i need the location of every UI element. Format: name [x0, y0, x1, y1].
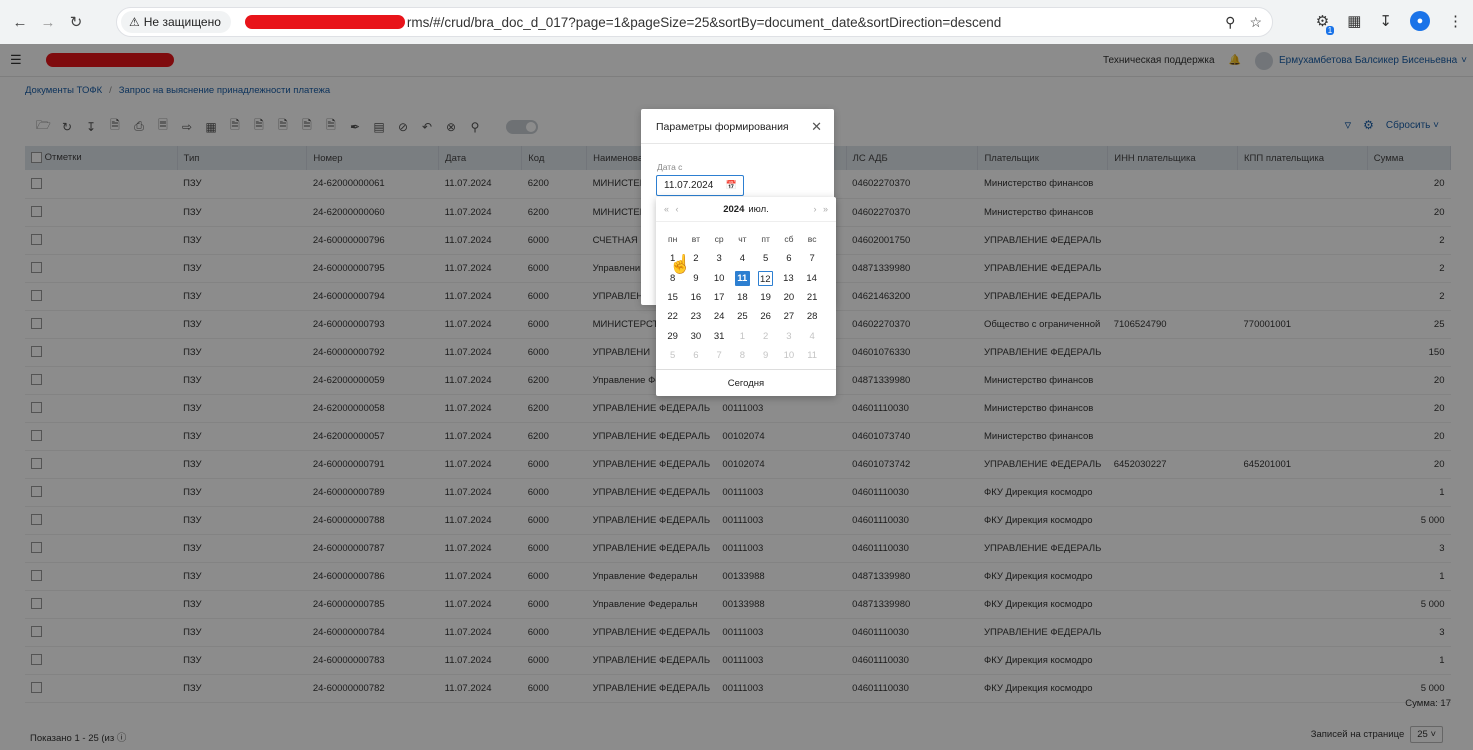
- calendar-day[interactable]: 28: [801, 309, 824, 324]
- calendar-day[interactable]: 11: [734, 270, 750, 286]
- calendar-day[interactable]: 10: [777, 348, 800, 363]
- calendar-day[interactable]: 8: [731, 348, 754, 363]
- date-from-input[interactable]: 11.07.2024 📅: [656, 175, 744, 196]
- reload-icon[interactable]: ↻: [65, 11, 87, 33]
- url-redaction: [244, 15, 405, 29]
- calendar-day[interactable]: 2: [754, 329, 777, 344]
- extension-badge: 1: [1325, 26, 1335, 35]
- date-picker: « ‹ 2024 июл. › » пн вт ср чт пт сб вс 1 2 3 4 5 6 7 8 9…: [656, 197, 836, 396]
- calendar-day[interactable]: 4: [731, 251, 754, 266]
- calendar-day[interactable]: 24: [708, 309, 731, 324]
- calendar-day[interactable]: 4: [801, 329, 824, 344]
- weekday-label: сб: [784, 234, 794, 245]
- close-icon[interactable]: ✕: [811, 119, 822, 135]
- profile-icon[interactable]: ●: [1410, 11, 1430, 31]
- calendar-day[interactable]: 22: [661, 309, 684, 324]
- address-bar[interactable]: ⚠ Не защищено rms/#/crud/bra_doc_d_017?p…: [116, 7, 1273, 37]
- download-icon[interactable]: ↧: [1379, 12, 1392, 30]
- prev-year-icon[interactable]: «: [664, 204, 669, 214]
- calendar-day[interactable]: 31: [708, 329, 731, 344]
- calendar-day[interactable]: 13: [777, 271, 800, 286]
- calendar-day[interactable]: 9: [754, 348, 777, 363]
- date-from-value: 11.07.2024: [664, 180, 714, 191]
- calendar-day[interactable]: 6: [684, 348, 707, 363]
- calendar-day[interactable]: 6: [777, 251, 800, 266]
- pointer-cursor-icon: ☝: [669, 254, 692, 274]
- prev-month-icon[interactable]: ‹: [676, 204, 679, 214]
- forward-arrow-icon[interactable]: →: [37, 11, 59, 33]
- url-text: rms/#/crud/bra_doc_d_017?page=1&pageSize…: [406, 14, 1002, 30]
- extension-icon[interactable]: ⚙ 1: [1316, 12, 1335, 35]
- next-year-icon[interactable]: »: [823, 204, 828, 214]
- calendar-icon[interactable]: 📅: [726, 180, 737, 191]
- calendar-day[interactable]: 20: [777, 290, 800, 305]
- calendar-day[interactable]: 1: [731, 329, 754, 344]
- calendar-day[interactable]: 26: [754, 309, 777, 324]
- date-picker-grid: пн вт ср чт пт сб вс 1 2 3 4 5 6 7 8 9 10 11 12 13 14 15 16 17 1…: [661, 230, 831, 365]
- calendar-day[interactable]: 21: [801, 290, 824, 305]
- calendar-day[interactable]: 10: [708, 271, 731, 286]
- weekday-row: пн вт ср чт пт сб вс: [661, 230, 831, 249]
- calendar-day[interactable]: 11: [801, 348, 824, 363]
- browser-chrome: ← → ↻ ⚠ Не защищено rms/#/crud/bra_doc_d…: [0, 0, 1473, 44]
- weekday-label: ср: [714, 234, 724, 245]
- weekday-label: вс: [807, 234, 817, 245]
- week-row: 5 6 7 8 9 10 11: [661, 346, 831, 365]
- weekday-label: чт: [738, 234, 747, 245]
- next-month-icon[interactable]: ›: [813, 204, 816, 214]
- calendar-day[interactable]: 27: [777, 309, 800, 324]
- calendar-day[interactable]: 18: [731, 290, 754, 305]
- modal-divider: [641, 143, 834, 144]
- date-picker-title[interactable]: 2024 июл.: [723, 204, 769, 215]
- calendar-day[interactable]: 5: [754, 251, 777, 266]
- calendar-day[interactable]: 3: [708, 251, 731, 266]
- calendar-day[interactable]: 5: [661, 348, 684, 363]
- zoom-icon[interactable]: ⚲: [1225, 14, 1235, 31]
- week-row: 29 30 31 1 2 3 4: [661, 326, 831, 345]
- calendar-day[interactable]: 12: [757, 270, 773, 286]
- calendar-day[interactable]: 17: [708, 290, 731, 305]
- calendar-day[interactable]: 14: [800, 271, 823, 286]
- warning-icon: ⚠: [129, 15, 140, 29]
- calendar-day[interactable]: 23: [684, 309, 707, 324]
- date-picker-header: « ‹ 2024 июл. › »: [656, 197, 836, 222]
- menu-dots-icon[interactable]: ⋮: [1448, 12, 1463, 30]
- calendar-day[interactable]: 29: [661, 329, 684, 344]
- week-row: 22 23 24 25 26 27 28: [661, 307, 831, 326]
- security-chip[interactable]: ⚠ Не защищено: [121, 11, 231, 33]
- extensions-puzzle-icon[interactable]: ▦: [1347, 12, 1361, 30]
- security-label: Не защищено: [143, 15, 221, 29]
- calendar-day[interactable]: 3: [777, 329, 800, 344]
- calendar-day[interactable]: 7: [801, 251, 824, 266]
- week-row: 15 16 17 18 19 20 21: [661, 288, 831, 307]
- weekday-label: пт: [761, 234, 770, 245]
- bookmark-star-icon[interactable]: ☆: [1249, 14, 1262, 31]
- today-button[interactable]: Сегодня: [656, 369, 836, 396]
- calendar-day[interactable]: 7: [708, 348, 731, 363]
- modal-title: Параметры формирования: [656, 121, 789, 133]
- back-arrow-icon[interactable]: ←: [9, 11, 31, 33]
- calendar-day[interactable]: 19: [754, 290, 777, 305]
- weekday-label: вт: [691, 234, 700, 245]
- calendar-day[interactable]: 30: [684, 329, 707, 344]
- weekday-label: пн: [667, 234, 678, 245]
- date-from-label: Дата с: [657, 162, 683, 172]
- calendar-day[interactable]: 15: [661, 290, 684, 305]
- calendar-day[interactable]: 25: [731, 309, 754, 324]
- calendar-day[interactable]: 16: [684, 290, 707, 305]
